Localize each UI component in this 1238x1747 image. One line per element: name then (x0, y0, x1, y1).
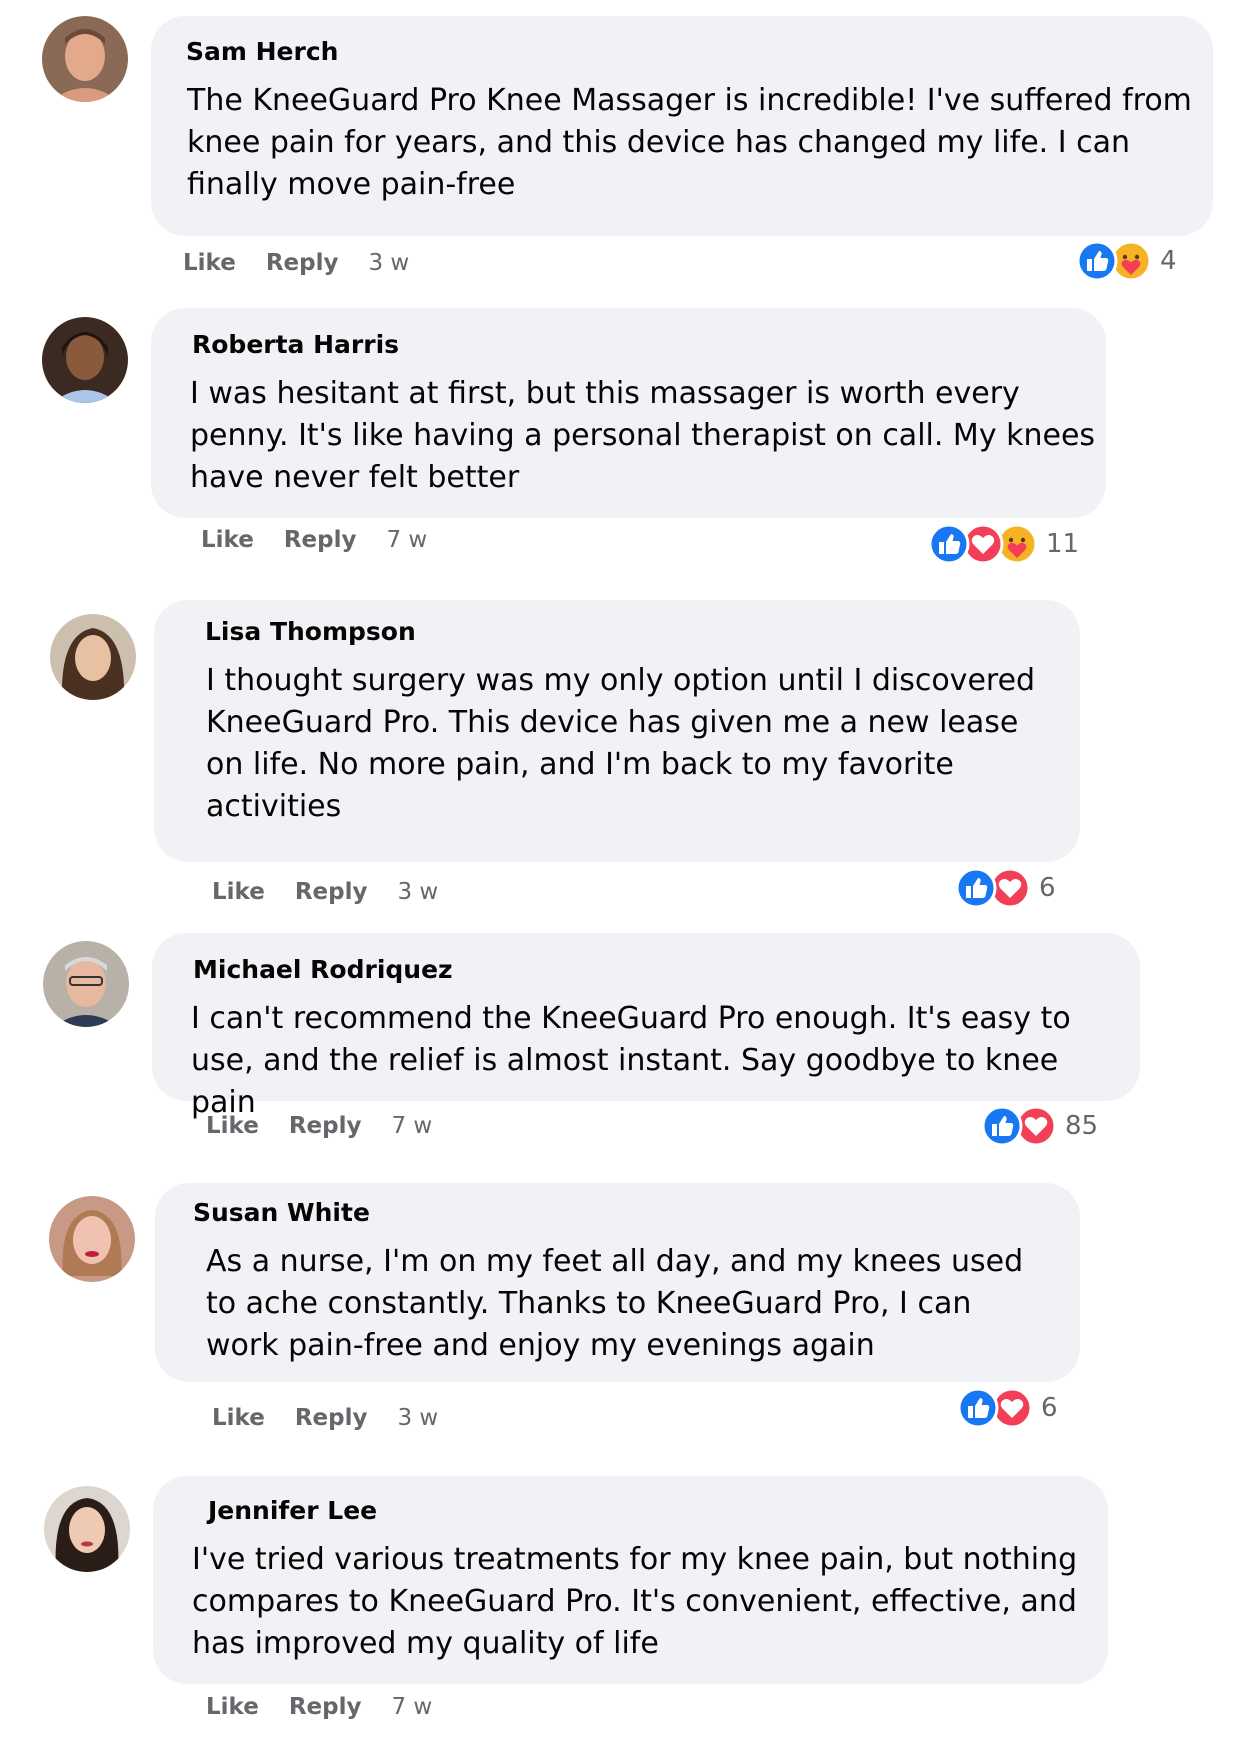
like-icon (955, 867, 997, 909)
comment-actions: Like Reply 7 w (206, 1113, 432, 1139)
comment-text: I was hesitant at first, but this massag… (190, 376, 1096, 495)
reaction-count: 4 (1160, 246, 1177, 276)
reply-button[interactable]: Reply (295, 879, 368, 905)
comment-text: I've tried various treatments for my kne… (192, 1542, 1078, 1661)
comment-timestamp: 7 w (386, 527, 428, 553)
avatar[interactable] (42, 16, 128, 102)
like-button[interactable]: Like (206, 1113, 259, 1139)
comment-timestamp: 3 w (397, 1405, 439, 1431)
reply-button[interactable]: Reply (289, 1694, 362, 1720)
like-button[interactable]: Like (201, 527, 254, 553)
like-button[interactable]: Like (212, 1405, 265, 1431)
reaction-count: 6 (1041, 1393, 1058, 1423)
like-icon (928, 523, 970, 565)
comment-text: I thought surgery was my only option unt… (206, 663, 1036, 824)
reply-button[interactable]: Reply (289, 1113, 362, 1139)
reaction-summary[interactable]: 6 (957, 1386, 1058, 1430)
comment-author[interactable]: Sam Herch (186, 37, 338, 66)
reaction-summary[interactable]: 6 (955, 866, 1056, 910)
comment-actions: Like Reply 3 w (183, 250, 409, 276)
comment-author[interactable]: Lisa Thompson (205, 617, 416, 646)
like-button[interactable]: Like (212, 879, 265, 905)
reply-button[interactable]: Reply (284, 527, 357, 553)
comment-timestamp: 7 w (391, 1694, 433, 1720)
reaction-summary[interactable]: 11 (928, 522, 1079, 566)
avatar[interactable] (42, 317, 128, 403)
like-button[interactable]: Like (206, 1694, 259, 1720)
comment-author[interactable]: Michael Rodriquez (193, 955, 453, 984)
like-icon (957, 1387, 999, 1429)
comment-author[interactable]: Roberta Harris (192, 330, 399, 359)
comment-text: The KneeGuard Pro Knee Massager is incre… (187, 83, 1192, 202)
comment-timestamp: 7 w (391, 1113, 433, 1139)
reply-button[interactable]: Reply (266, 250, 339, 276)
comment-timestamp: 3 w (397, 879, 439, 905)
comment-actions: Like Reply 7 w (201, 527, 427, 553)
reaction-summary[interactable]: 85 (981, 1104, 1098, 1148)
like-icon (981, 1105, 1023, 1147)
avatar[interactable] (50, 614, 136, 700)
comment-actions: Like Reply 3 w (212, 1405, 438, 1431)
comment-timestamp: 3 w (368, 250, 410, 276)
reaction-count: 85 (1065, 1111, 1099, 1141)
reaction-count: 11 (1046, 529, 1080, 559)
like-button[interactable]: Like (183, 250, 236, 276)
comment-actions: Like Reply 3 w (212, 879, 438, 905)
avatar[interactable] (43, 941, 129, 1027)
reaction-count: 6 (1039, 873, 1056, 903)
comment-text: As a nurse, I'm on my feet all day, and … (206, 1244, 1024, 1363)
avatar[interactable] (49, 1196, 135, 1282)
comment-actions: Like Reply 7 w (206, 1694, 432, 1720)
comment-author[interactable]: Susan White (193, 1198, 370, 1227)
reaction-summary[interactable]: 4 (1076, 239, 1177, 283)
like-icon (1076, 240, 1118, 282)
avatar[interactable] (44, 1486, 130, 1572)
reply-button[interactable]: Reply (295, 1405, 368, 1431)
comment-author[interactable]: Jennifer Lee (208, 1496, 377, 1525)
